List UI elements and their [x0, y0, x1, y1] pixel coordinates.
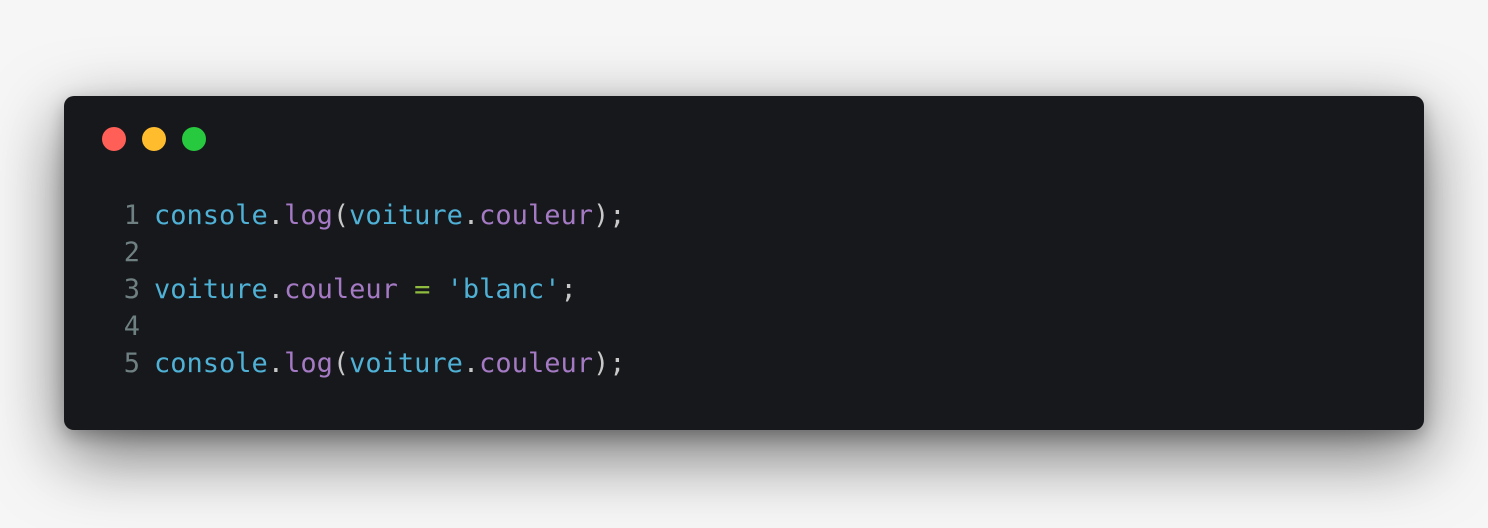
code-token-op: = [414, 274, 431, 305]
line-number: 2 [123, 237, 140, 268]
minimize-button[interactable] [142, 127, 166, 151]
line-number: 3 [123, 274, 140, 305]
code-line-content: console.log(voiture.couleur); [154, 197, 625, 234]
code-line-content: voiture.couleur = 'blanc'; [154, 271, 577, 308]
code-token-punct: . [462, 348, 480, 379]
close-button[interactable] [102, 127, 126, 151]
code-window: 1 console.log(voiture.couleur); 2 3 voitur… [64, 96, 1424, 430]
code-token-prop: couleur [479, 200, 593, 231]
code-token-punct: ); [592, 348, 626, 379]
code-token-punct: ); [592, 200, 626, 231]
code-line: 1 console.log(voiture.couleur); [64, 197, 626, 234]
code-token-punct: ( [332, 348, 350, 379]
code-token-punct [398, 274, 414, 305]
code-token-punct: ; [560, 274, 577, 305]
code-token-ident: voiture [349, 200, 463, 231]
code-token-prop: log [284, 348, 333, 379]
code-token-ident: console [154, 348, 268, 379]
line-number: 1 [123, 200, 140, 231]
code-token-ident: voiture [349, 348, 463, 379]
line-number: 5 [123, 348, 140, 379]
code-token-prop: couleur [284, 274, 398, 305]
code-token-punct: . [462, 200, 480, 231]
code-token-punct: . [267, 200, 285, 231]
code-token-ident: voiture [154, 274, 268, 305]
code-token-punct: . [267, 274, 285, 305]
code-editor[interactable]: 1 console.log(voiture.couleur); 2 3 voitur… [64, 197, 626, 382]
code-token-punct: . [267, 348, 285, 379]
code-token-punct [430, 274, 446, 305]
maximize-button[interactable] [182, 127, 206, 151]
line-number: 4 [123, 311, 140, 342]
window-controls [102, 127, 206, 151]
code-token-punct: ( [332, 200, 350, 231]
code-token-prop: couleur [479, 348, 593, 379]
code-token-ident: console [154, 200, 268, 231]
code-line: 5 console.log(voiture.couleur); [64, 345, 626, 382]
code-line: 4 [64, 308, 625, 345]
code-token-prop: log [284, 200, 333, 231]
code-line-content: console.log(voiture.couleur); [154, 345, 625, 382]
code-line: 2 [64, 234, 625, 271]
code-token-str: 'blanc' [446, 274, 561, 305]
code-line: 3 voiture.couleur = 'blanc'; [64, 271, 625, 308]
